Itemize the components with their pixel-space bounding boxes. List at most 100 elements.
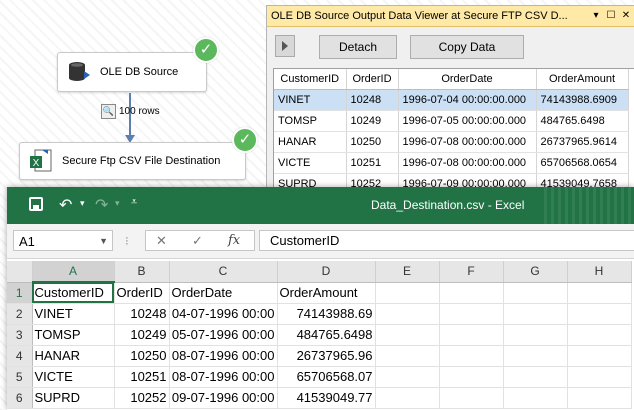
cell[interactable] [375,282,440,304]
cell[interactable] [439,366,504,388]
data-viewer-grid[interactable]: CustomerID OrderID OrderDate OrderAmount… [273,68,634,193]
enter-icon[interactable]: ✓ [192,233,203,249]
cell[interactable]: 10248 [114,303,170,325]
column-header-a[interactable]: A [32,261,115,283]
name-box-dropdown-icon[interactable]: ▼ [99,231,108,252]
column-header-g[interactable]: G [503,261,568,283]
expand-arrow-icon[interactable] [275,35,295,57]
cell[interactable] [567,282,632,304]
redo-dropdown-icon[interactable]: ▾ [115,198,120,209]
cell[interactable] [567,324,632,346]
column-header-orderamount[interactable]: OrderAmount [536,69,629,90]
secure-ftp-csv-destination-node[interactable]: X Secure Ftp CSV File Destination [19,142,246,180]
cell[interactable]: 10249 [114,324,170,346]
table-row[interactable]: TOMSP 10249 1996-07-05 00:00:00.000 4847… [274,110,629,132]
cell[interactable] [439,387,504,409]
cell[interactable]: 26737965.96 [277,345,376,367]
cell[interactable] [567,345,632,367]
cell[interactable] [567,387,632,409]
column-header-d[interactable]: D [277,261,376,283]
row-header[interactable]: 4 [7,345,33,367]
undo-dropdown-icon[interactable]: ▾ [80,198,85,209]
customize-toolbar-icon[interactable]: ⩡ [131,196,137,209]
cell[interactable] [503,366,568,388]
cell[interactable]: VINET [32,303,115,325]
close-icon[interactable]: ✕ [620,10,632,22]
cell[interactable] [503,282,568,304]
cell[interactable] [567,303,632,325]
row-header[interactable]: 2 [7,303,33,325]
name-box[interactable]: A1 ▼ [13,230,113,251]
row-header[interactable]: 1 [7,282,33,304]
column-header-customerid[interactable]: CustomerID [274,69,347,90]
cell[interactable]: 10251 [114,366,170,388]
data-path-row-count[interactable]: 🔍 100 rows [101,104,160,119]
copy-data-button[interactable]: Copy Data [410,35,524,59]
table-row[interactable]: VINET 10248 1996-07-04 00:00:00.000 7414… [274,89,629,111]
row-header[interactable]: 3 [7,324,33,346]
ole-db-source-node[interactable]: OLE DB Source [57,52,207,92]
formula-input[interactable]: CustomerID [259,230,634,251]
column-header-c[interactable]: C [169,261,278,283]
cell[interactable]: 74143988.69 [277,303,376,325]
cell[interactable] [503,387,568,409]
maximize-icon[interactable]: ☐ [605,10,617,22]
cell[interactable] [375,324,440,346]
save-icon[interactable] [29,197,43,211]
cell[interactable]: 10250 [114,345,170,367]
cell[interactable]: TOMSP [32,324,115,346]
window-menu-icon[interactable]: ▾ [590,10,602,22]
cell[interactable]: 05-07-1996 00:00 [169,324,278,346]
cell[interactable]: 04-07-1996 00:00 [169,303,278,325]
cell[interactable] [503,345,568,367]
column-header-h[interactable]: H [567,261,632,283]
cell[interactable] [439,282,504,304]
cell[interactable]: 08-07-1996 00:00 [169,345,278,367]
column-header-e[interactable]: E [375,261,440,283]
cell-a1[interactable]: CustomerID [32,282,115,304]
cell[interactable] [439,345,504,367]
cell: VINET [274,89,347,111]
table-row[interactable]: VICTE 10251 1996-07-08 00:00:00.000 6570… [274,152,629,174]
sheet-row: 2 VINET 10248 04-07-1996 00:00 74143988.… [7,303,632,325]
cell[interactable] [375,387,440,409]
detach-button[interactable]: Detach [319,35,397,59]
worksheet-grid[interactable]: A B C D E F G H 1 CustomerID OrderID Ord… [7,261,634,410]
redo-icon[interactable]: ↷ [95,195,108,215]
cell[interactable] [503,303,568,325]
insert-function-icon[interactable]: fx [228,233,240,248]
data-viewer-titlebar[interactable]: OLE DB Source Output Data Viewer at Secu… [267,6,634,27]
cell[interactable]: SUPRD [32,387,115,409]
column-header-orderdate[interactable]: OrderDate [398,69,537,90]
table-row[interactable]: HANAR 10250 1996-07-08 00:00:00.000 2673… [274,131,629,153]
cell[interactable] [439,303,504,325]
cell[interactable]: 65706568.07 [277,366,376,388]
column-header-orderid[interactable]: OrderID [346,69,399,90]
cell[interactable]: OrderID [114,282,170,304]
svg-text:X: X [33,158,40,169]
cell[interactable]: 41539049.77 [277,387,376,409]
cell[interactable]: 08-07-1996 00:00 [169,366,278,388]
cell[interactable]: HANAR [32,345,115,367]
cancel-icon[interactable]: ✕ [156,233,167,249]
row-header[interactable]: 5 [7,366,33,388]
cell[interactable] [375,345,440,367]
cell[interactable]: 10252 [114,387,170,409]
cell[interactable] [375,303,440,325]
select-all-corner[interactable] [7,261,33,283]
column-header-b[interactable]: B [114,261,170,283]
cell[interactable]: 484765.6498 [277,324,376,346]
cell[interactable]: VICTE [32,366,115,388]
cell[interactable] [567,366,632,388]
cell[interactable]: OrderAmount [277,282,376,304]
cell[interactable]: OrderDate [169,282,278,304]
undo-icon[interactable]: ↶ [59,195,72,215]
cell[interactable] [375,366,440,388]
excel-titlebar[interactable]: ↶ ▾ ↷ ▾ ⩡ Data_Destination.csv - Excel [7,187,634,224]
cell[interactable]: 09-07-1996 00:00 [169,387,278,409]
column-header-f[interactable]: F [439,261,504,283]
cell[interactable] [439,324,504,346]
row-header[interactable]: 6 [7,387,33,409]
cell[interactable] [503,324,568,346]
data-viewer-magnifier-icon[interactable]: 🔍 [101,104,116,119]
